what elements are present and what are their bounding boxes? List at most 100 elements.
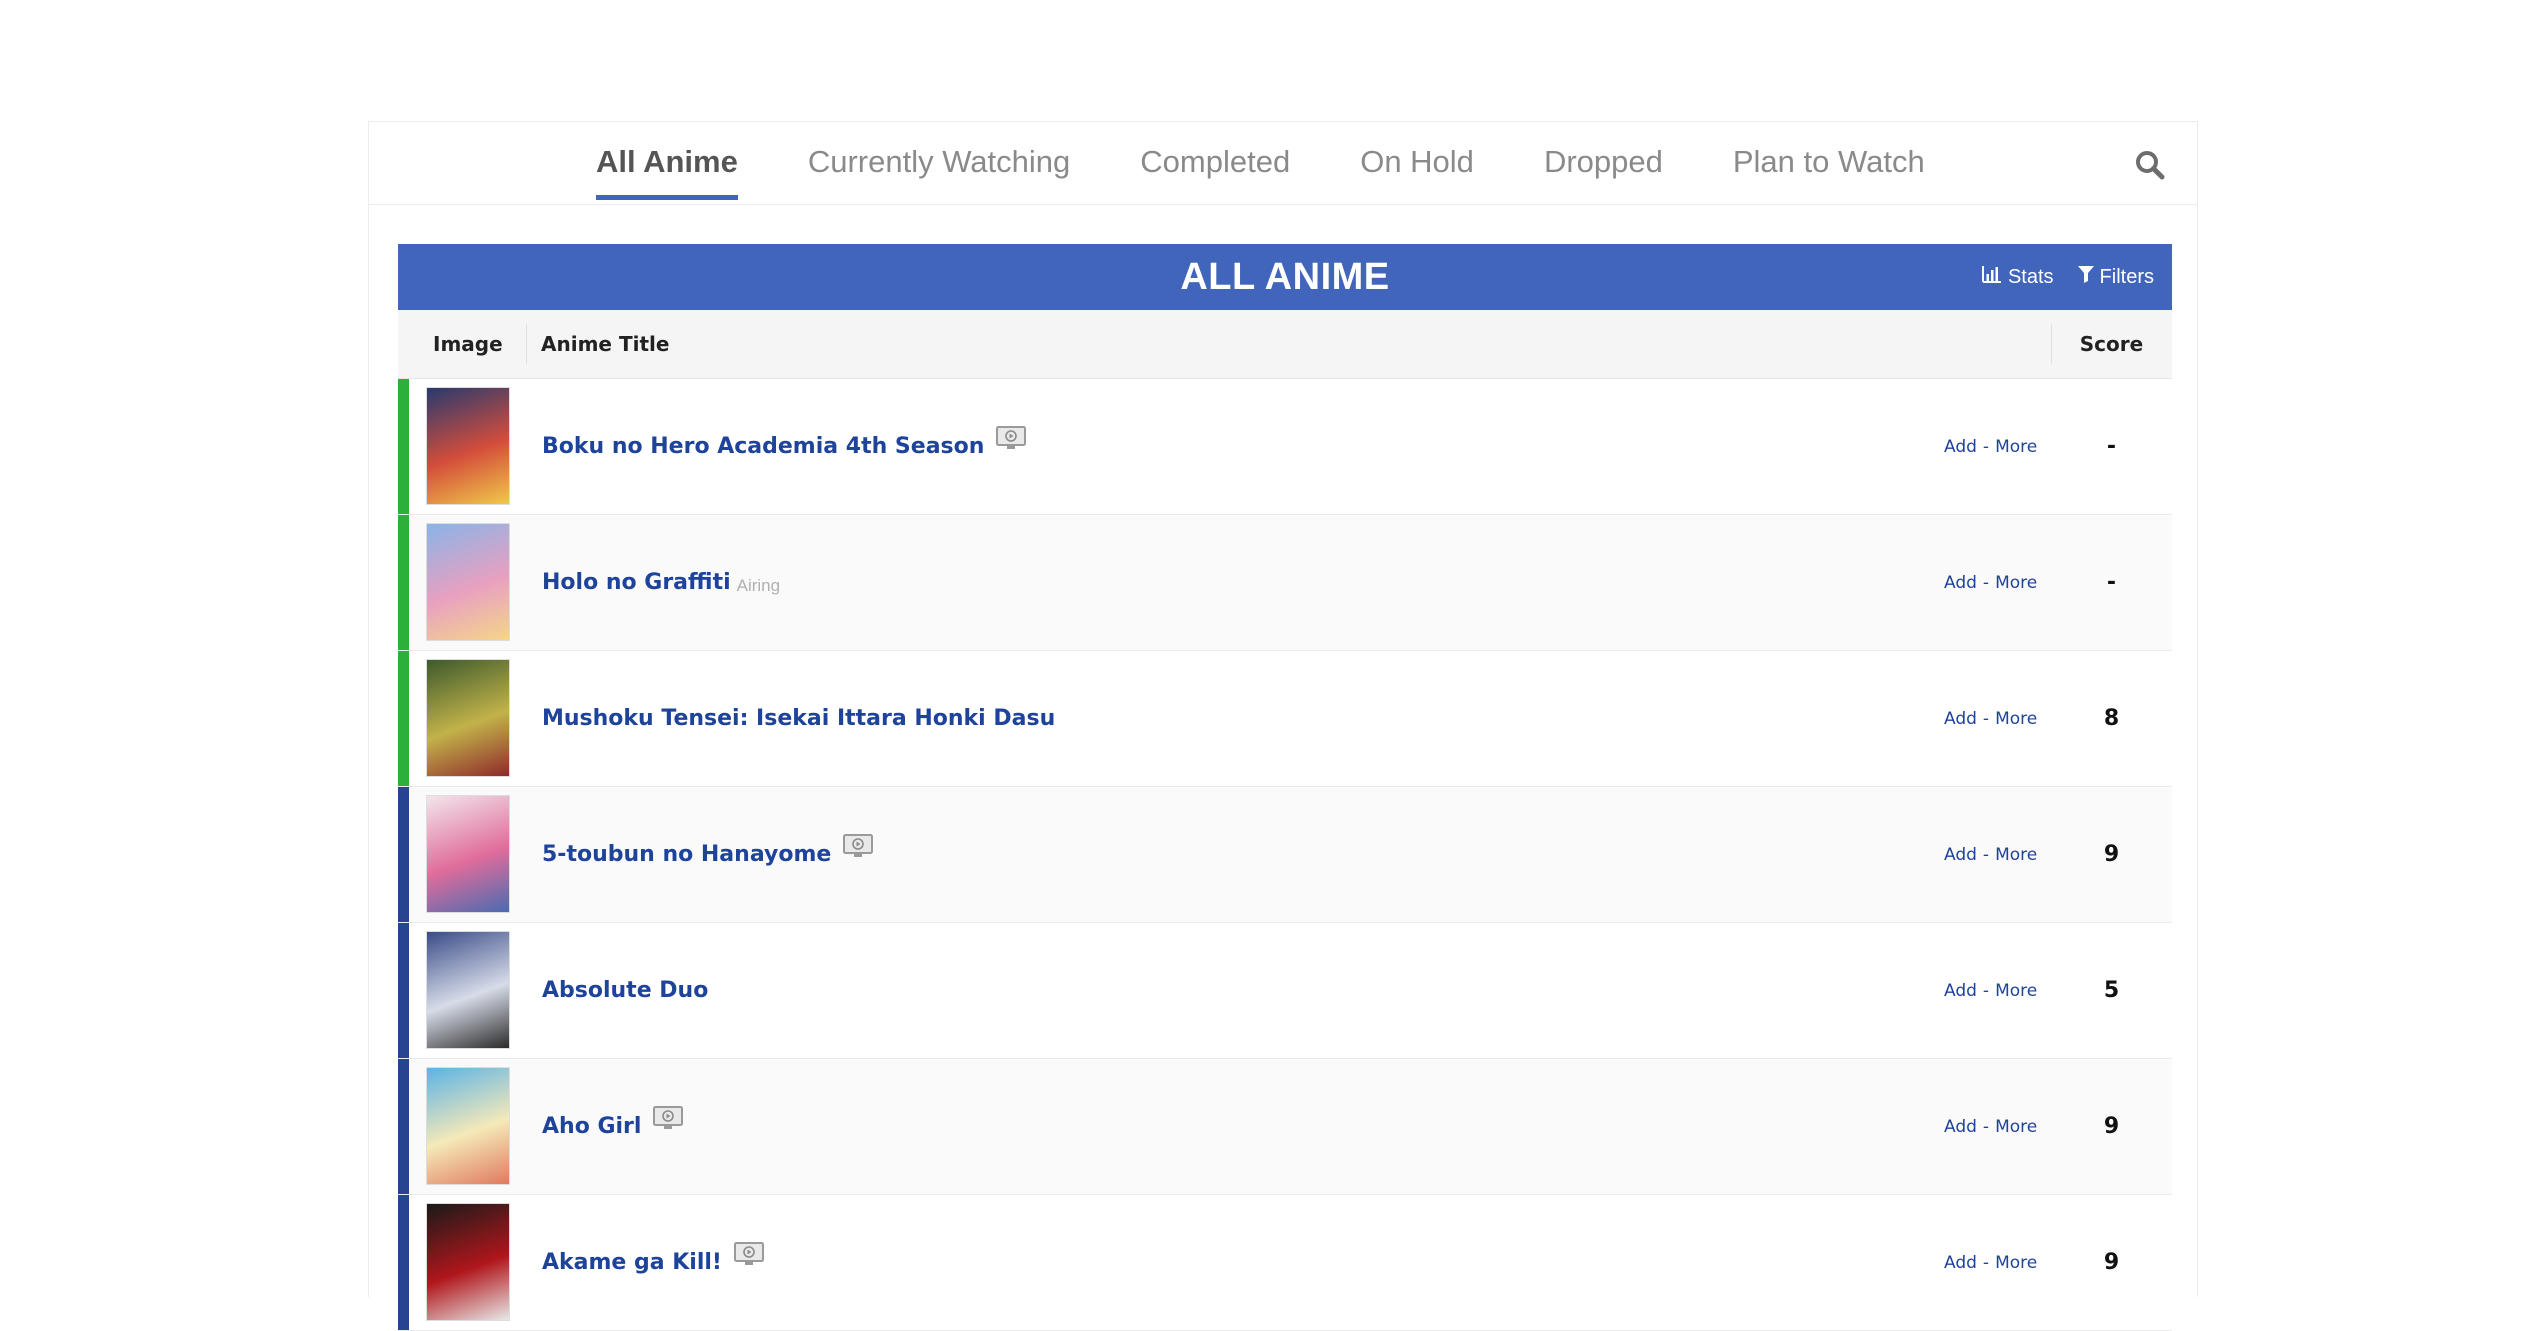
- bar-chart-icon: [1981, 265, 2008, 289]
- filter-icon: [2077, 265, 2100, 289]
- row-actions: Add - More: [1944, 515, 2037, 650]
- action-separator: -: [1982, 1116, 1990, 1137]
- anime-title-text[interactable]: 5-toubun no Hanayome: [542, 842, 831, 867]
- score-value[interactable]: -: [2051, 379, 2172, 514]
- action-separator: -: [1982, 1252, 1990, 1273]
- row-actions: Add - More: [1944, 379, 2037, 514]
- filters-label: Filters: [2099, 265, 2154, 288]
- anime-cover-image[interactable]: [426, 931, 510, 1049]
- status-indicator-completed: [398, 787, 409, 922]
- column-image[interactable]: Image: [433, 310, 503, 378]
- table-row: Boku no Hero Academia 4th Season Add - More…: [398, 379, 2172, 515]
- add-link[interactable]: Add: [1944, 1253, 1977, 1273]
- anime-title-link[interactable]: 5-toubun no Hanayome: [542, 787, 874, 922]
- anime-cover-image[interactable]: [426, 659, 510, 777]
- add-link[interactable]: Add: [1944, 709, 1977, 729]
- anime-title-link[interactable]: Aho Girl: [542, 1059, 684, 1194]
- stats-label: Stats: [2007, 265, 2054, 288]
- tab-currently-watching[interactable]: Currently Watching: [808, 122, 1070, 179]
- column-score[interactable]: Score: [2051, 310, 2172, 378]
- airing-badge: Airing: [736, 575, 781, 595]
- status-indicator-completed: [398, 1059, 409, 1194]
- list-header: ALL ANIME Stats Filters: [398, 244, 2172, 310]
- score-value[interactable]: 8: [2051, 651, 2172, 786]
- video-icon[interactable]: [653, 1105, 684, 1136]
- list-header-actions: Stats Filters: [1958, 244, 2154, 310]
- status-indicator-completed: [398, 923, 409, 1058]
- anime-cover-image[interactable]: [426, 795, 510, 913]
- score-value[interactable]: 9: [2051, 787, 2172, 922]
- video-icon[interactable]: [733, 1241, 764, 1272]
- tab-on-hold[interactable]: On Hold: [1360, 122, 1474, 179]
- status-indicator-watching: [398, 515, 409, 650]
- video-icon[interactable]: [996, 425, 1027, 456]
- more-link[interactable]: More: [1995, 981, 2037, 1001]
- table-row: Absolute Duo Add - More 5: [398, 923, 2172, 1059]
- anime-title-text[interactable]: Akame ga Kill!: [542, 1250, 722, 1275]
- column-header: Image Anime Title Score: [398, 310, 2172, 379]
- score-value[interactable]: 5: [2051, 923, 2172, 1058]
- more-link[interactable]: More: [1995, 845, 2037, 865]
- anime-cover-image[interactable]: [426, 387, 510, 505]
- video-icon[interactable]: [843, 833, 874, 864]
- anime-list-panel: All Anime Currently Watching Completed On H…: [368, 121, 2198, 1331]
- table-row: Akame ga Kill! Add - More 9: [398, 1195, 2172, 1331]
- anime-title-text[interactable]: Mushoku Tensei: Isekai Ittara Honki Dasu: [542, 706, 1055, 731]
- add-link[interactable]: Add: [1944, 437, 1977, 457]
- row-actions: Add - More: [1944, 1059, 2037, 1194]
- list-title: ALL ANIME: [1180, 256, 1390, 298]
- more-link[interactable]: More: [1995, 709, 2037, 729]
- anime-rows: Boku no Hero Academia 4th Season Add - More…: [398, 379, 2172, 1331]
- anime-list: ALL ANIME Stats Filters Image Anime Titl…: [398, 244, 2172, 1331]
- tab-dropped[interactable]: Dropped: [1544, 122, 1663, 179]
- column-separator: [526, 324, 527, 364]
- tab-completed[interactable]: Completed: [1140, 122, 1290, 179]
- column-anime-title[interactable]: Anime Title: [541, 310, 669, 378]
- tab-plan-to-watch[interactable]: Plan to Watch: [1733, 122, 1925, 179]
- anime-title-text[interactable]: Absolute Duo: [542, 978, 708, 1003]
- more-link[interactable]: More: [1995, 1117, 2037, 1137]
- anime-title-link[interactable]: Absolute Duo: [542, 923, 708, 1058]
- add-link[interactable]: Add: [1944, 981, 1977, 1001]
- status-tabs-bar: All Anime Currently Watching Completed On H…: [369, 122, 2197, 205]
- more-link[interactable]: More: [1995, 437, 2037, 457]
- score-value[interactable]: 9: [2051, 1195, 2172, 1330]
- more-link[interactable]: More: [1995, 573, 2037, 593]
- tab-all-anime[interactable]: All Anime: [596, 122, 738, 200]
- anime-title-link[interactable]: Holo no Graffiti Airing: [542, 515, 780, 650]
- add-link[interactable]: Add: [1944, 1117, 1977, 1137]
- table-row: 5-toubun no Hanayome Add - More 9: [398, 787, 2172, 923]
- anime-title-link[interactable]: Akame ga Kill!: [542, 1195, 764, 1330]
- action-separator: -: [1982, 844, 1990, 865]
- action-separator: -: [1982, 708, 1990, 729]
- search-icon[interactable]: [2133, 148, 2167, 182]
- add-link[interactable]: Add: [1944, 845, 1977, 865]
- row-actions: Add - More: [1944, 787, 2037, 922]
- status-indicator-watching: [398, 379, 409, 514]
- more-link[interactable]: More: [1995, 1253, 2037, 1273]
- row-actions: Add - More: [1944, 651, 2037, 786]
- table-row: Holo no Graffiti Airing Add - More -: [398, 515, 2172, 651]
- score-value[interactable]: 9: [2051, 1059, 2172, 1194]
- anime-title-link[interactable]: Boku no Hero Academia 4th Season: [542, 379, 1027, 514]
- row-actions: Add - More: [1944, 1195, 2037, 1330]
- action-separator: -: [1982, 572, 1990, 593]
- stats-button[interactable]: Stats: [1981, 265, 2054, 289]
- table-row: Mushoku Tensei: Isekai Ittara Honki Dasu…: [398, 651, 2172, 787]
- add-link[interactable]: Add: [1944, 573, 1977, 593]
- status-indicator-completed: [398, 1195, 409, 1330]
- anime-cover-image[interactable]: [426, 523, 510, 641]
- status-tabs: All Anime Currently Watching Completed On H…: [596, 122, 1995, 204]
- filters-button[interactable]: Filters: [2077, 265, 2154, 289]
- anime-cover-image[interactable]: [426, 1067, 510, 1185]
- anime-title-text[interactable]: Boku no Hero Academia 4th Season: [542, 434, 984, 459]
- row-actions: Add - More: [1944, 923, 2037, 1058]
- action-separator: -: [1982, 436, 1990, 457]
- anime-title-text[interactable]: Aho Girl: [542, 1114, 641, 1139]
- anime-title-link[interactable]: Mushoku Tensei: Isekai Ittara Honki Dasu: [542, 651, 1055, 786]
- anime-cover-image[interactable]: [426, 1203, 510, 1321]
- table-row: Aho Girl Add - More 9: [398, 1059, 2172, 1195]
- anime-title-text[interactable]: Holo no Graffiti: [542, 570, 731, 595]
- score-value[interactable]: -: [2051, 515, 2172, 650]
- action-separator: -: [1982, 980, 1990, 1001]
